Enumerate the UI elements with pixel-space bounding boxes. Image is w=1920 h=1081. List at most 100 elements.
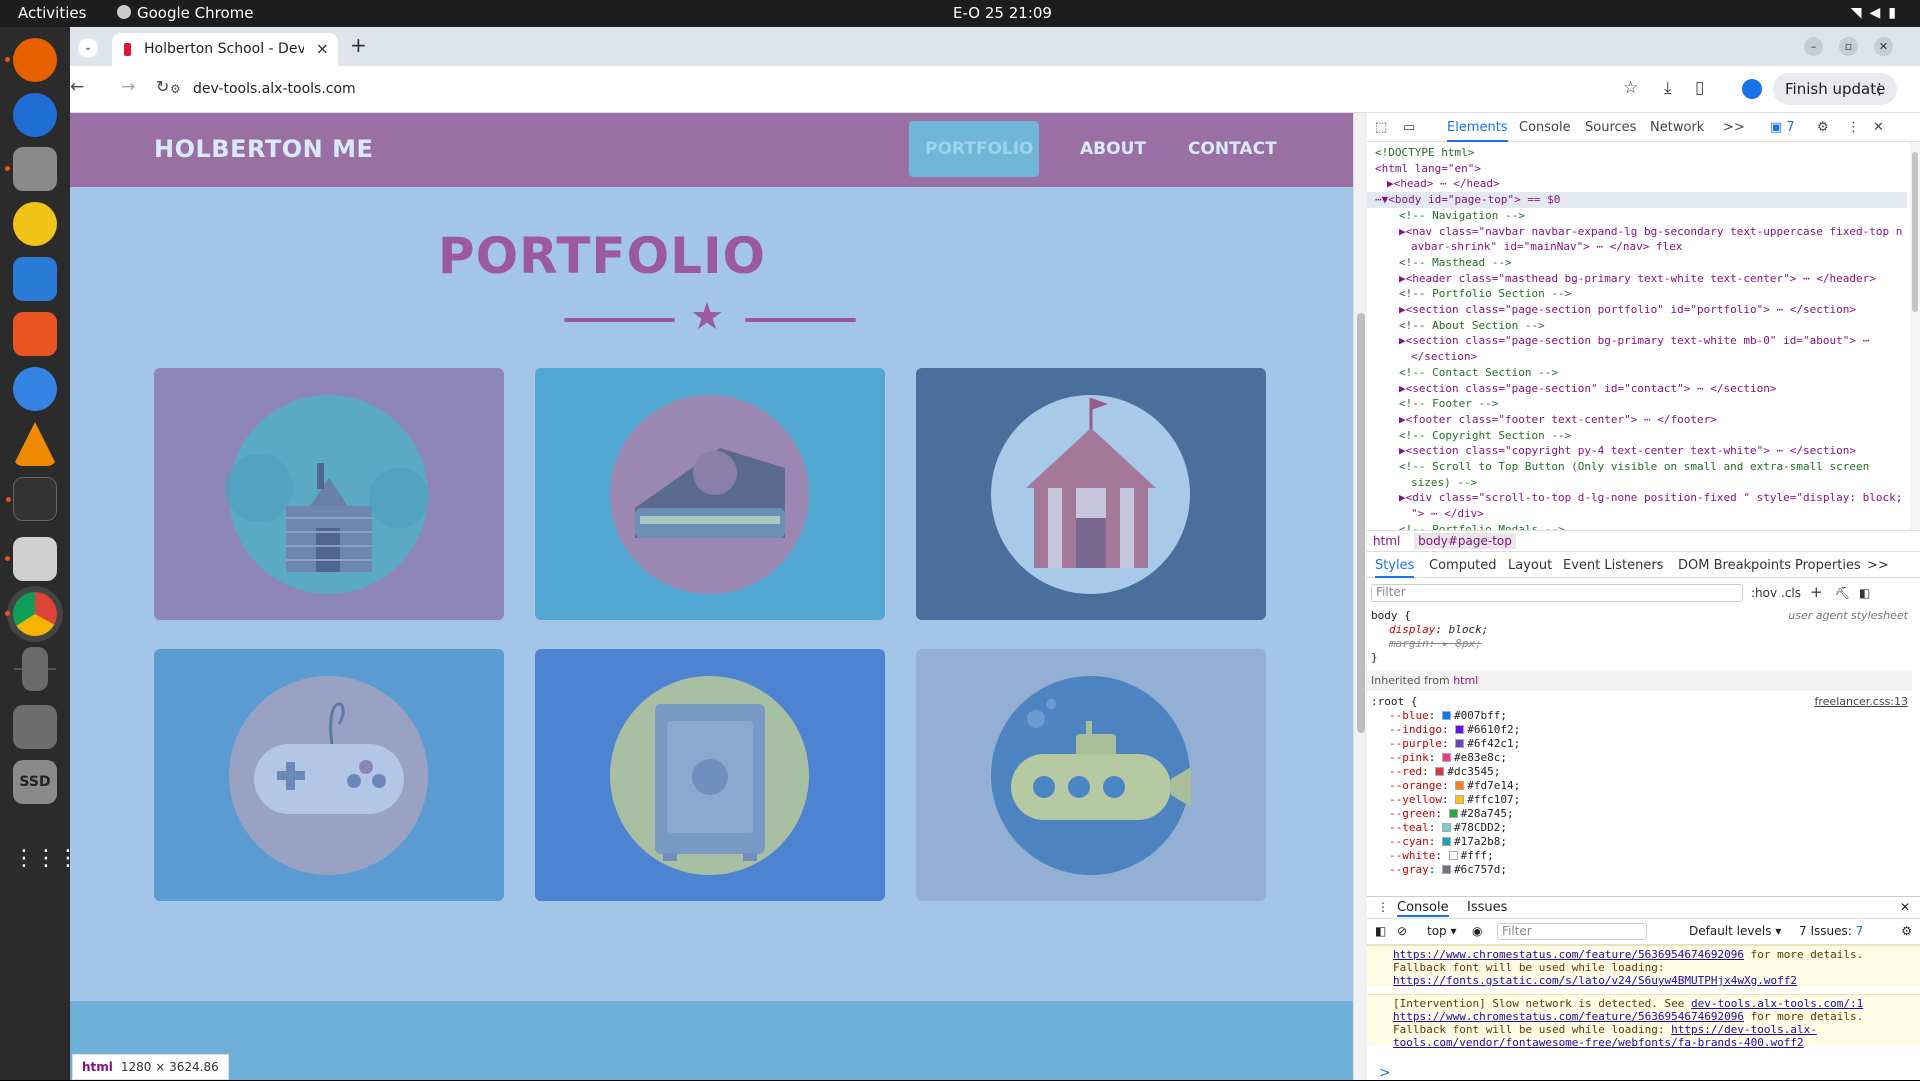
thunderbird-icon[interactable]: [13, 93, 57, 137]
devtools-menu-icon[interactable]: ⋮: [1847, 120, 1860, 135]
portfolio-item-game[interactable]: [154, 649, 504, 901]
tab-dom-breakpoints[interactable]: DOM Breakpoints: [1678, 558, 1791, 573]
portfolio-item-cabin[interactable]: [154, 368, 504, 620]
more-tabs-button[interactable]: >>: [1723, 120, 1745, 135]
color-swatch[interactable]: [1455, 795, 1465, 804]
profile-avatar[interactable]: [1742, 79, 1762, 99]
dom-node-line[interactable]: "> ⋯ </div>: [1367, 506, 1907, 522]
nav-contact[interactable]: CONTACT: [1172, 121, 1293, 177]
drawer-menu-icon[interactable]: ⋮: [1377, 900, 1389, 914]
close-devtools-icon[interactable]: ✕: [1873, 120, 1884, 135]
dom-node-line[interactable]: ▶<section class="page-section portfolio"…: [1367, 302, 1907, 318]
tab-layout[interactable]: Layout: [1508, 558, 1552, 573]
nav-portfolio[interactable]: PORTFOLIO: [909, 121, 1039, 177]
portfolio-item-safe[interactable]: [535, 649, 885, 901]
color-swatch[interactable]: [1448, 851, 1458, 860]
dom-node-line[interactable]: avbar-shrink" id="mainNav"> ⋯ </nav> fle…: [1367, 239, 1907, 255]
vlc-icon[interactable]: [13, 422, 57, 466]
dom-node-line[interactable]: <!-- Copyright Section -->: [1367, 428, 1907, 444]
color-swatch[interactable]: [1442, 823, 1451, 832]
toggle-rendering-icon[interactable]: ⛏: [1835, 586, 1850, 600]
download-icon[interactable]: ⤓: [1664, 78, 1672, 98]
apps-grid-icon[interactable]: ⋮⋮⋮: [13, 837, 79, 881]
magnifier-icon[interactable]: [5, 537, 57, 581]
tab-search-button[interactable]: ⌄: [78, 38, 98, 58]
css-variable-row[interactable]: --white: #fff;: [1367, 849, 1912, 863]
maximize-button[interactable]: ▫: [1839, 37, 1858, 56]
inspect-element-icon[interactable]: ⬚: [1375, 120, 1387, 135]
cls-toggle[interactable]: .cls: [1781, 586, 1801, 600]
finish-update-button[interactable]: Finish update ⋮: [1773, 73, 1897, 105]
drawer-tab-issues[interactable]: Issues: [1467, 900, 1507, 915]
dom-node-line[interactable]: <html lang="en">: [1367, 161, 1907, 177]
css-variable-row[interactable]: --indigo: #6610f2;: [1367, 723, 1912, 737]
tab-network[interactable]: Network: [1650, 120, 1704, 135]
dom-node-line[interactable]: <!-- Portfolio Section -->: [1367, 286, 1907, 302]
context-selector[interactable]: top ▾: [1427, 924, 1457, 938]
tab-properties[interactable]: Properties: [1795, 558, 1861, 573]
console-prompt[interactable]: >: [1379, 1065, 1391, 1081]
tab-sources[interactable]: Sources: [1585, 120, 1636, 135]
portfolio-item-submarine[interactable]: [916, 649, 1266, 901]
issues-counter[interactable]: ▣ 7: [1770, 120, 1795, 135]
tab-console[interactable]: Console: [1519, 120, 1571, 135]
browser-tab[interactable]: Holberton School - Deve ×: [112, 33, 338, 66]
address-bar[interactable]: dev-tools.alx-tools.com: [193, 81, 356, 97]
activities-button[interactable]: Activities: [18, 4, 86, 22]
message-1-link-chromestatus[interactable]: https://www.chromestatus.com/feature/563…: [1393, 948, 1744, 961]
color-swatch[interactable]: [1455, 725, 1465, 734]
root-rule-source[interactable]: freelancer.css:13: [1815, 695, 1909, 709]
close-window-button[interactable]: ✕: [1874, 37, 1893, 56]
site-brand[interactable]: HOLBERTON ME: [154, 135, 373, 163]
tab-styles[interactable]: Styles: [1375, 558, 1415, 578]
color-swatch[interactable]: [1455, 739, 1465, 748]
forward-icon[interactable]: →: [121, 77, 135, 97]
rhythmbox-icon[interactable]: [13, 202, 57, 246]
clear-console-icon[interactable]: ⊘: [1397, 924, 1407, 938]
dom-node-line[interactable]: ▶<section class="page-section bg-primary…: [1367, 333, 1907, 349]
side-panel-icon[interactable]: ▯: [1695, 78, 1704, 98]
drawer-tab-console[interactable]: Console: [1397, 900, 1449, 917]
css-variable-row[interactable]: --gray: #6c757d;: [1367, 863, 1912, 877]
files-icon[interactable]: [5, 147, 57, 191]
color-swatch[interactable]: [1455, 781, 1465, 790]
dom-node-line[interactable]: ▶<head> ⋯ </head>: [1367, 176, 1907, 192]
css-variable-row[interactable]: --orange: #fd7e14;: [1367, 779, 1912, 793]
portfolio-item-circus[interactable]: [916, 368, 1266, 620]
css-variable-row[interactable]: --teal: #78CDD2;: [1367, 821, 1912, 835]
css-variable-row[interactable]: --green: #28a745;: [1367, 807, 1912, 821]
color-swatch[interactable]: [1448, 809, 1458, 818]
clock[interactable]: E-O 25 21:09: [953, 4, 1052, 22]
message-1-link-font[interactable]: https://fonts.gstatic.com/s/lato/v24/S6u…: [1393, 974, 1797, 987]
page-scrollbar[interactable]: [1353, 113, 1367, 1080]
console-filter-input[interactable]: Filter: [1497, 923, 1647, 940]
breadcrumb-html[interactable]: html: [1373, 534, 1400, 548]
css-variable-row[interactable]: --blue: #007bff;: [1367, 709, 1912, 723]
dom-node-line[interactable]: <!-- Contact Section -->: [1367, 365, 1907, 381]
log-levels-dropdown[interactable]: Default levels ▾: [1689, 924, 1781, 938]
dom-node-line[interactable]: <!-- Footer -->: [1367, 396, 1907, 412]
dom-tree-scrollbar[interactable]: [1910, 142, 1920, 530]
inherited-tag[interactable]: html: [1453, 674, 1478, 687]
color-swatch[interactable]: [1435, 767, 1445, 776]
dom-node-line[interactable]: <!-- About Section -->: [1367, 318, 1907, 334]
breadcrumb-body[interactable]: body#page-top: [1414, 533, 1516, 549]
color-swatch[interactable]: [1442, 753, 1451, 762]
bookmark-star-icon[interactable]: ☆: [1623, 78, 1638, 98]
drive-icon[interactable]: [13, 705, 57, 749]
tab-computed[interactable]: Computed: [1429, 558, 1497, 573]
css-variable-row[interactable]: --cyan: #17a2b8;: [1367, 835, 1912, 849]
css-variable-row[interactable]: --red: #dc3545;: [1367, 765, 1912, 779]
new-rule-button[interactable]: +: [1810, 583, 1823, 601]
hov-toggle[interactable]: :hov: [1751, 586, 1777, 600]
page-scrollbar-thumb[interactable]: [1357, 313, 1365, 733]
device-toolbar-icon[interactable]: ▭: [1403, 120, 1415, 135]
chrome-dock-icon[interactable]: [5, 592, 57, 636]
dom-node-line[interactable]: <!-- Navigation -->: [1367, 208, 1907, 224]
styles-filter-input[interactable]: Filter: [1371, 584, 1743, 602]
console-issues-label[interactable]: 7 Issues: 7: [1799, 924, 1863, 938]
app-menu[interactable]: Google Chrome: [117, 4, 254, 22]
css-variable-row[interactable]: --yellow: #ffc107;: [1367, 793, 1912, 807]
dom-node-line[interactable]: ⋯▼<body id="page-top"> == $0: [1367, 192, 1907, 208]
close-drawer-icon[interactable]: ✕: [1900, 900, 1910, 914]
